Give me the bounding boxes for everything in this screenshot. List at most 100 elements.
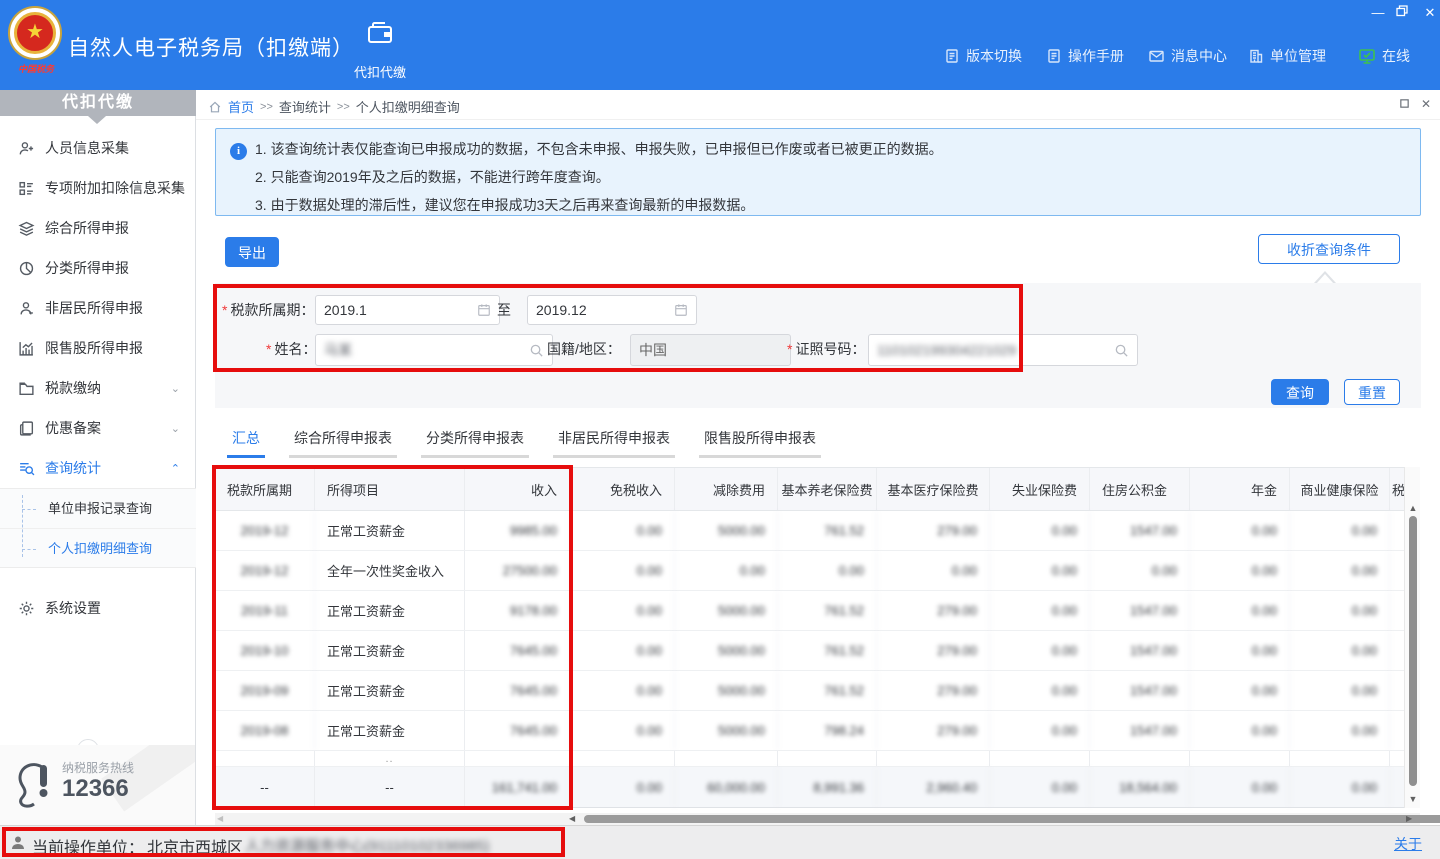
breadcrumb-home[interactable]: 首页 <box>228 97 254 116</box>
window-close-button[interactable]: ✕ <box>1422 5 1438 21</box>
layers-icon <box>18 220 35 237</box>
breadcrumb-level2: 个人扣缴明细查询 <box>356 97 460 116</box>
period-label: *税款所属期： <box>222 300 314 320</box>
id-number-label: *证照号码： <box>787 339 865 359</box>
menu-version-switch[interactable]: 版本切换 <box>944 46 1022 66</box>
table-row[interactable]: 2019-11 正常工资薪金 9178.00 0.00 5000.00 761.… <box>215 591 1404 631</box>
query-form-panel: *税款所属期： 2019.1 至 2019.12 *姓名： 马某 国籍/地区： … <box>215 283 1421 408</box>
calendar-icon[interactable] <box>477 303 491 317</box>
building-icon <box>1248 48 1264 64</box>
sidebar-item-nonresident-income[interactable]: 非居民所得申报 <box>0 288 196 328</box>
chevron-down-icon: ⌄ <box>171 382 180 395</box>
notice-line: 3. 由于数据处理的滞后性，建议您在申报成功3天之后再来查询最新的申报数据。 <box>255 195 754 215</box>
scroll-right-arrow[interactable]: ▶ <box>1406 814 1412 824</box>
vertical-scrollbar[interactable]: ▲ ▼ <box>1404 467 1420 808</box>
horizontal-scrollbar[interactable]: ◀ ◀ ▶ <box>215 813 1420 825</box>
sidebar-item-special-deduction[interactable]: 专项附加扣除信息采集 <box>0 168 196 208</box>
emblem-icon: ★ <box>14 12 56 54</box>
sidebar-item-comprehensive-income[interactable]: 综合所得申报 <box>0 208 196 248</box>
app-title: 自然人电子税务局（扣缴端） <box>68 32 354 62</box>
current-unit-label: 当前操作单位： <box>32 834 144 858</box>
table-header-row: 税款所属期 所得项目 收入 免税收入 减除费用 基本养老保险费 基本医疗保险费 … <box>215 467 1404 511</box>
folder-icon <box>18 380 35 397</box>
horizontal-scroll-thumb[interactable] <box>584 815 1440 823</box>
pane-maximize-icon[interactable] <box>1399 98 1410 109</box>
status-bar: 当前操作单位： 北京市西城区 人力资源服务中心(91110102336985) … <box>0 825 1440 859</box>
id-number-input[interactable]: 110102199304221029 <box>868 334 1138 366</box>
online-status: 在线 <box>1358 46 1410 66</box>
mail-icon <box>1148 48 1165 64</box>
scroll-down-arrow[interactable]: ▼ <box>1405 794 1421 804</box>
sidebar-subitem-personal-withholding-query[interactable]: 个人扣缴明细查询 <box>0 529 196 569</box>
table-row[interactable]: 2019-10 正常工资薪金 7645.00 0.00 5000.00 761.… <box>215 631 1404 671</box>
table-row[interactable]: 2019-12 全年一次性奖金收入 27500.00 0.00 0.00 0.0… <box>215 551 1404 591</box>
module-label: 代扣代缴 <box>340 62 420 81</box>
table-row[interactable]: 2019-12 正常工资薪金 9985.00 0.00 5000.00 761.… <box>215 511 1404 551</box>
table-row-clipped: .. <box>215 751 1404 767</box>
menu-unit-management[interactable]: 单位管理 <box>1248 46 1326 66</box>
home-icon <box>208 100 222 114</box>
tab-restricted-stock[interactable]: 限售股所得申报表 <box>699 428 821 458</box>
table-row[interactable]: 2019-08 正常工资薪金 7645.00 0.00 5000.00 798.… <box>215 711 1404 751</box>
breadcrumb: 首页 >> 查询统计 >> 个人扣缴明细查询 <box>208 97 460 116</box>
document-icon <box>1046 48 1062 64</box>
scroll-up-arrow[interactable]: ▲ <box>1405 503 1421 513</box>
current-unit-name-masked: 人力资源服务中心(91110102336985) <box>245 835 490 856</box>
online-monitor-icon <box>1358 48 1376 65</box>
tab-classified-income[interactable]: 分类所得申报表 <box>421 428 529 458</box>
sidebar-item-query-statistics[interactable]: 查询统计 ⌃ <box>0 448 196 488</box>
window-minimize-button[interactable]: — <box>1370 5 1386 21</box>
name-label: *姓名： <box>266 339 316 359</box>
search-icon[interactable] <box>529 343 544 358</box>
sidebar-item-classified-income[interactable]: 分类所得申报 <box>0 248 196 288</box>
sidebar-item-personnel-info[interactable]: 人员信息采集 <box>0 128 196 168</box>
gear-icon <box>18 600 35 617</box>
user-icon <box>10 835 26 851</box>
report-tabs: 汇总 综合所得申报表 分类所得申报表 非居民所得申报表 限售股所得申报表 <box>227 428 821 458</box>
notice-line: 2. 只能查询2019年及之后的数据，不能进行跨年度查询。 <box>255 167 610 187</box>
sidebar-title-caret <box>88 116 106 124</box>
withholding-detail-table: 税款所属期 所得项目 收入 免税收入 减除费用 基本养老保险费 基本医疗保险费 … <box>215 467 1404 808</box>
sidebar-item-restricted-stock[interactable]: 限售股所得申报 <box>0 328 196 368</box>
name-input[interactable]: 马某 <box>315 334 553 366</box>
search-icon[interactable] <box>1114 343 1129 358</box>
period-to-input[interactable]: 2019.12 <box>527 295 697 325</box>
vertical-scroll-thumb[interactable] <box>1409 516 1417 786</box>
reset-button[interactable]: 重置 <box>1344 379 1400 405</box>
hotline-icon <box>12 759 58 811</box>
scroll-left-arrow[interactable]: ◀ <box>569 814 575 824</box>
nationality-label: 国籍/地区： <box>547 339 621 359</box>
pane-close-icon[interactable]: ✕ <box>1421 97 1431 111</box>
query-button[interactable]: 查询 <box>1271 379 1329 405</box>
notice-box: i 1. 该查询统计表仅能查询已申报成功的数据，不包含未申报、申报失败，已申报但… <box>215 128 1421 216</box>
scroll-left-arrow-faint[interactable]: ◀ <box>217 814 223 824</box>
tab-comprehensive-income[interactable]: 综合所得申报表 <box>289 428 397 458</box>
person-icon <box>18 300 35 317</box>
document-icon <box>944 48 960 64</box>
period-from-input[interactable]: 2019.1 <box>315 295 500 325</box>
pie-chart-icon <box>18 260 35 277</box>
sidebar-title: 代扣代缴 <box>0 90 196 116</box>
logo-caption: 中国税务 <box>8 62 64 75</box>
window-restore-button[interactable] <box>1395 4 1411 20</box>
breadcrumb-bar: 首页 >> 查询统计 >> 个人扣缴明细查询 ✕ <box>196 90 1440 120</box>
notice-line: 1. 该查询统计表仅能查询已申报成功的数据，不包含未申报、申报失败，已申报但已作… <box>255 139 943 159</box>
sidebar-item-system-settings[interactable]: 系统设置 <box>0 588 196 628</box>
sidebar-item-preferential-filing[interactable]: 优惠备案 ⌄ <box>0 408 196 448</box>
menu-message-center[interactable]: 消息中心 <box>1148 46 1227 66</box>
sidebar-subitem-unit-declaration-query[interactable]: 单位申报记录查询 <box>0 489 196 529</box>
about-link[interactable]: 关于 <box>1394 834 1422 854</box>
menu-manual[interactable]: 操作手册 <box>1046 46 1124 66</box>
calendar-icon[interactable] <box>674 303 688 317</box>
collapse-query-button[interactable]: 收折查询条件 <box>1258 234 1400 264</box>
person-add-icon <box>18 140 35 157</box>
range-separator: 至 <box>497 300 511 320</box>
info-icon: i <box>230 143 247 160</box>
table-row[interactable]: 2019-09 正常工资薪金 7645.00 0.00 5000.00 761.… <box>215 671 1404 711</box>
tab-nonresident-income[interactable]: 非居民所得申报表 <box>553 428 675 458</box>
export-button[interactable]: 导出 <box>225 237 279 267</box>
tab-summary[interactable]: 汇总 <box>227 428 265 458</box>
chevron-up-icon: ⌃ <box>171 462 180 475</box>
table-total-row: -- -- 161,741.00 0.00 60,000.00 8,991.36… <box>215 767 1404 808</box>
sidebar-item-tax-payment[interactable]: 税款缴纳 ⌄ <box>0 368 196 408</box>
